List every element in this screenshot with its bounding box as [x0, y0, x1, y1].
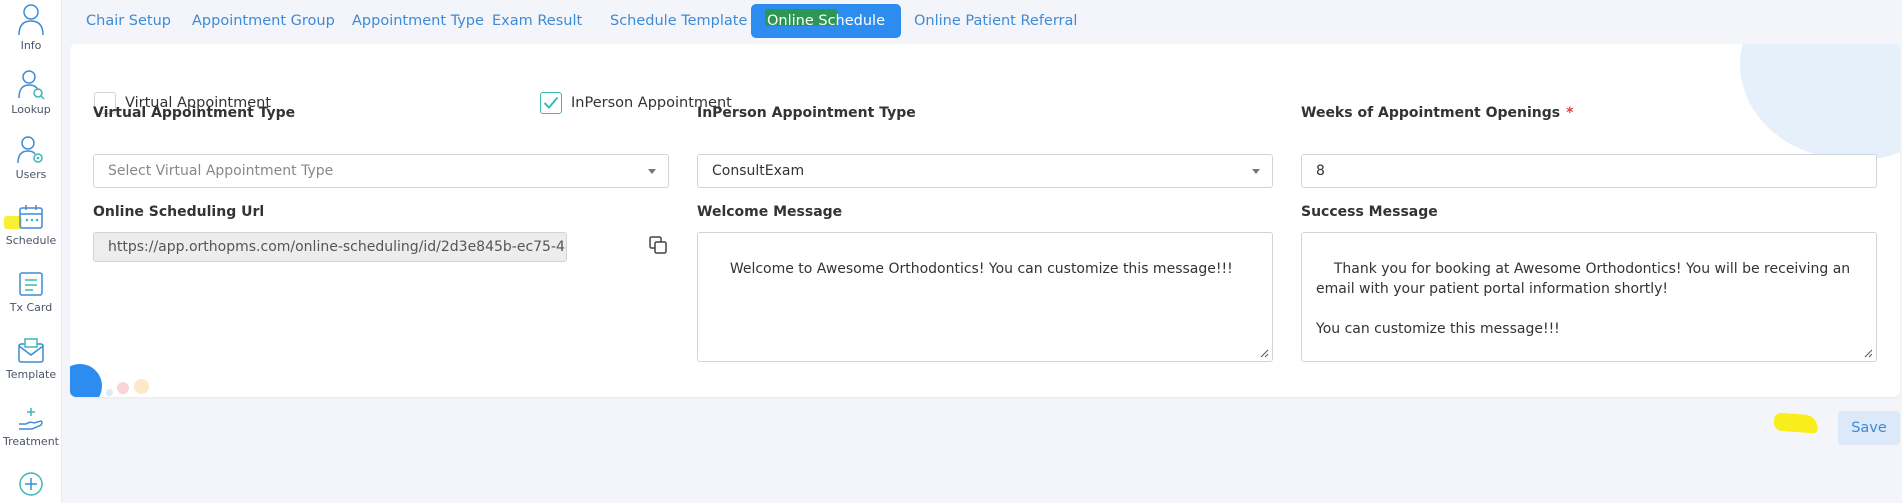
sidebar-item-schedule[interactable]: Schedule	[0, 203, 62, 247]
copy-url-button[interactable]	[648, 235, 668, 259]
sidebar-item-label: Treatment	[3, 435, 59, 448]
sidebar-item-lookup[interactable]: Lookup	[0, 68, 62, 116]
settings-tabs: Chair Setup Appointment Group Appointmen…	[70, 0, 1902, 44]
tab-online-patient-referral[interactable]: Online Patient Referral	[898, 4, 1093, 38]
sidebar-item-label: Template	[5, 368, 57, 381]
tab-schedule-template[interactable]: Schedule Template	[594, 4, 763, 38]
weeks-label: Weeks of Appointment Openings *	[1301, 105, 1574, 121]
tab-exam-result[interactable]: Exam Result	[476, 4, 598, 38]
resize-handle-icon[interactable]	[1864, 349, 1873, 358]
chevron-down-icon	[648, 169, 656, 174]
sidebar-item-tx-card[interactable]: Tx Card	[0, 270, 62, 314]
save-button[interactable]: Save	[1838, 411, 1900, 445]
sidebar-item-users[interactable]: Users	[0, 135, 62, 181]
required-mark: *	[1566, 105, 1574, 121]
highlight-mark	[1773, 412, 1819, 434]
decorative-dot	[106, 389, 113, 396]
sidebar-item-label: Schedule	[5, 234, 57, 247]
virtual-type-placeholder: Select Virtual Appointment Type	[108, 163, 334, 179]
card-list-icon	[19, 272, 43, 296]
user-search-icon	[18, 70, 45, 100]
sidebar-item-label: Users	[15, 168, 47, 181]
sidebar-item-treatment[interactable]: Treatment	[0, 404, 62, 448]
success-message-text: Thank you for booking at Awesome Orthodo…	[1316, 261, 1851, 337]
welcome-message-text: Welcome to Awesome Orthodontics! You can…	[729, 261, 1233, 277]
weeks-input[interactable]: 8	[1301, 154, 1877, 188]
success-message-textarea[interactable]: Thank you for booking at Awesome Orthodo…	[1301, 232, 1877, 362]
users-gear-icon	[17, 136, 43, 164]
sidebar-item-label: Tx Card	[9, 301, 53, 314]
check-icon	[543, 96, 559, 109]
sidebar: Info Lookup Users Schedule Tx Card Templ…	[0, 0, 62, 503]
envelope-template-icon	[18, 338, 44, 363]
resize-handle-icon[interactable]	[1260, 349, 1269, 358]
scheduling-url-field[interactable]: https://app.orthopms.com/online-scheduli…	[93, 232, 567, 262]
tab-online-schedule[interactable]: Online Schedule	[751, 4, 902, 38]
welcome-label: Welcome Message	[697, 204, 843, 220]
hand-treatment-icon	[19, 408, 43, 430]
sidebar-item-label: Lookup	[11, 103, 51, 116]
welcome-message-textarea[interactable]: Welcome to Awesome Orthodontics! You can…	[697, 232, 1273, 362]
sidebar-item-more[interactable]	[0, 469, 62, 499]
sidebar-item-template[interactable]: Template	[0, 337, 62, 381]
online-schedule-card: Virtual Appointment InPerson Appointment…	[70, 44, 1900, 397]
plus-circle-icon	[19, 472, 43, 496]
weeks-value: 8	[1316, 163, 1325, 179]
tab-appointment-group[interactable]: Appointment Group	[176, 4, 351, 38]
decorative-blob	[70, 364, 102, 397]
decorative-dot	[134, 379, 149, 394]
scheduling-url-value: https://app.orthopms.com/online-scheduli…	[108, 239, 567, 255]
user-info-icon	[18, 4, 44, 36]
inperson-type-value: ConsultExam	[712, 163, 805, 179]
calendar-icon	[19, 205, 43, 229]
sidebar-item-label: Info	[20, 39, 42, 52]
tab-chair-setup[interactable]: Chair Setup	[70, 4, 187, 38]
decorative-blob	[1740, 44, 1900, 159]
copy-icon	[649, 236, 667, 254]
url-label: Online Scheduling Url	[93, 204, 265, 220]
success-label: Success Message	[1301, 204, 1438, 220]
decorative-dot	[117, 382, 129, 394]
virtual-type-select[interactable]: Select Virtual Appointment Type	[93, 154, 669, 188]
sidebar-item-info[interactable]: Info	[0, 2, 62, 52]
inperson-appointment-checkbox[interactable]	[540, 92, 562, 114]
inperson-type-label: InPerson Appointment Type	[697, 105, 916, 121]
chevron-down-icon	[1252, 169, 1260, 174]
inperson-type-select[interactable]: ConsultExam	[697, 154, 1273, 188]
virtual-type-label: Virtual Appointment Type	[93, 105, 296, 121]
